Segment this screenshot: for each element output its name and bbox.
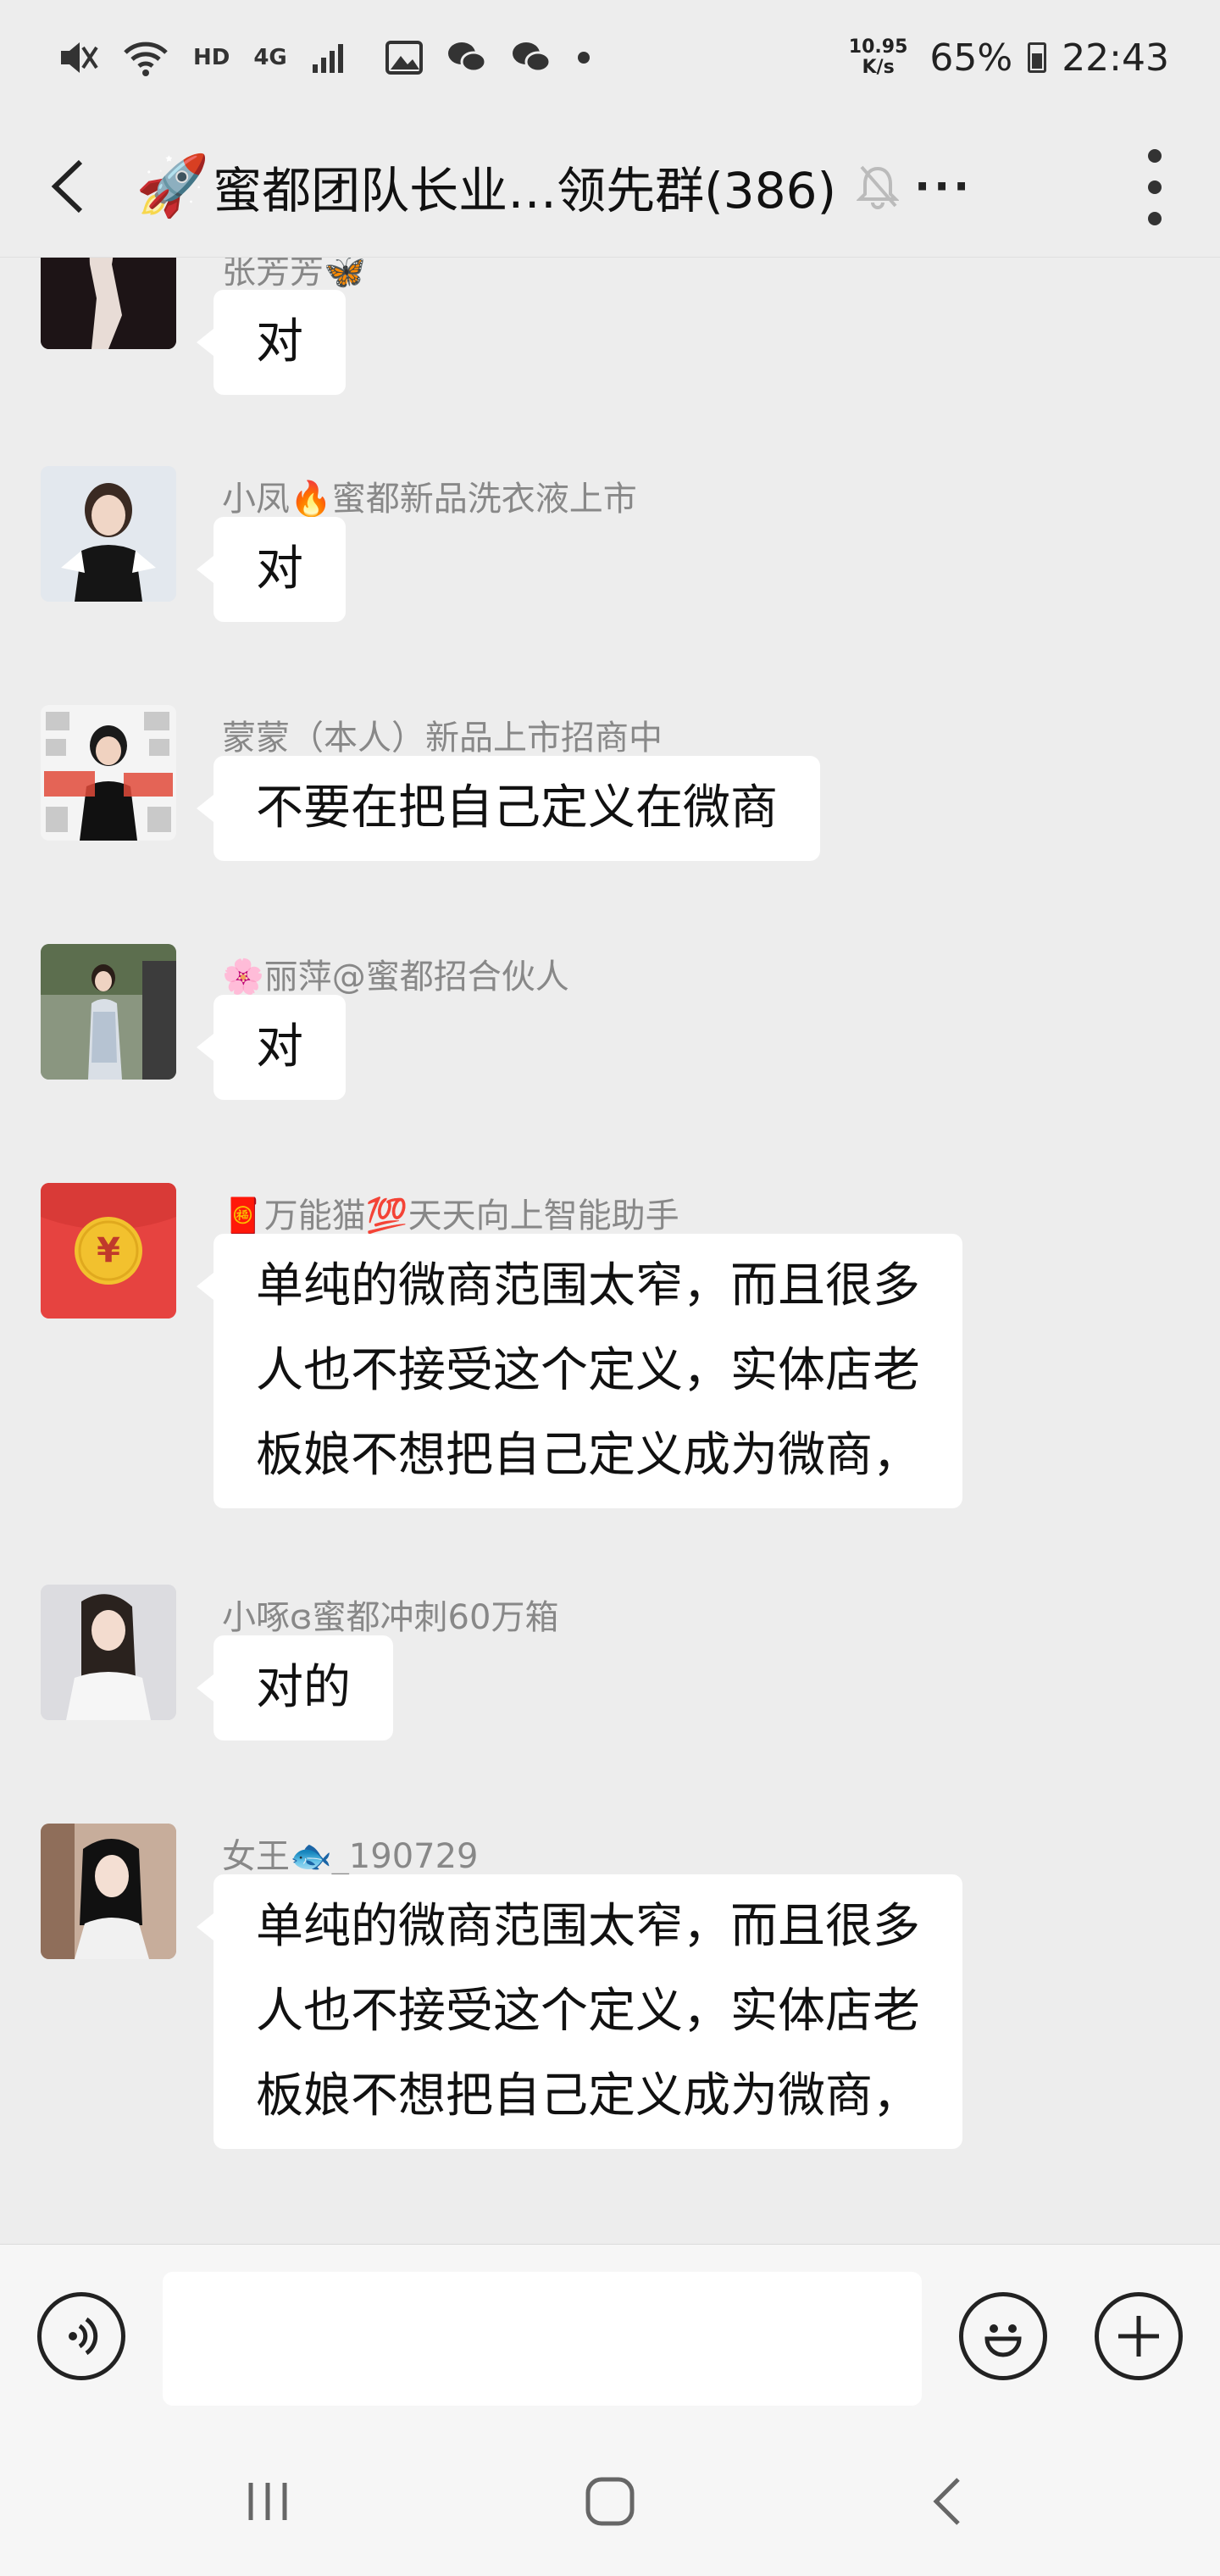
signal-icon bbox=[311, 32, 345, 83]
more-dot bbox=[1148, 180, 1162, 194]
network-speed: 10.95 K/s bbox=[849, 37, 908, 78]
more-notifications-dot-icon bbox=[575, 32, 592, 83]
avatar[interactable] bbox=[41, 944, 176, 1080]
sender-name: 张芳芳🦋 bbox=[222, 258, 366, 291]
more-dot bbox=[1148, 212, 1162, 225]
message-line: 板娘不想把自己定义成为微商， bbox=[256, 2068, 920, 2124]
title-ellipsis: ··· bbox=[914, 161, 973, 211]
message-bubble[interactable]: 对 bbox=[197, 995, 346, 1100]
sender-name: 小啄ɞ蜜都冲刺60万箱 bbox=[222, 1598, 559, 1637]
avatar[interactable] bbox=[41, 705, 176, 841]
wifi-icon bbox=[122, 32, 169, 83]
emoji-button[interactable] bbox=[959, 2292, 1047, 2380]
back-arrow-icon bbox=[933, 2478, 960, 2525]
sender-name: 蒙蒙（本人）新品上市招商中 bbox=[222, 719, 663, 758]
message-bubble[interactable]: 单纯的微商范围太窄，而且很多 人也不接受这个定义，实体店老 板娘不想把自己定义成… bbox=[197, 1234, 962, 1508]
avatar[interactable] bbox=[41, 1824, 176, 1959]
sender-name: 🌸丽萍@蜜都招合伙人 bbox=[222, 958, 569, 997]
message-input-bar bbox=[0, 2244, 1220, 2427]
avatar[interactable]: ¥ bbox=[41, 1183, 176, 1319]
message-bubble[interactable]: 对 bbox=[197, 290, 346, 395]
more-options-button[interactable] bbox=[1142, 149, 1167, 225]
hd-label: HD bbox=[193, 45, 230, 70]
sender-name: 女王🐟_190729 bbox=[222, 1837, 479, 1876]
message-bubble[interactable]: 对 bbox=[197, 517, 346, 622]
avatar[interactable] bbox=[41, 258, 176, 349]
message-line: 人也不接受这个定义，实体店老 bbox=[256, 1343, 920, 1398]
message-line: 板娘不想把自己定义成为微商， bbox=[256, 1428, 920, 1483]
yuan-coin-symbol: ¥ bbox=[97, 1231, 120, 1270]
voice-icon bbox=[69, 2317, 98, 2356]
message-line: 单纯的微商范围太窄，而且很多 bbox=[256, 1899, 920, 1954]
voice-button[interactable] bbox=[37, 2292, 125, 2380]
network-speed-value: 10.95 bbox=[848, 36, 908, 58]
message-line: 单纯的微商范围太窄，而且很多 bbox=[256, 1258, 920, 1313]
home-button[interactable] bbox=[559, 2451, 661, 2552]
status-bar: HD 4G 10.95 K/s 65% 22:43 bbox=[0, 0, 1220, 115]
system-back-button[interactable] bbox=[898, 2451, 1000, 2552]
gallery-notification-icon bbox=[385, 32, 423, 83]
back-button[interactable] bbox=[17, 115, 119, 258]
network-speed-unit: K/s bbox=[862, 57, 895, 78]
battery-percent: 65% bbox=[929, 36, 1013, 80]
chat-header: 🚀 蜜都团队长业…领先群(386) ··· bbox=[0, 115, 1220, 258]
home-icon bbox=[585, 2477, 635, 2526]
message-bubble[interactable]: 对的 bbox=[197, 1635, 393, 1740]
avatar[interactable] bbox=[41, 1585, 176, 1720]
wechat-notification-icon bbox=[511, 32, 552, 83]
emoji-icon bbox=[984, 2324, 1022, 2357]
recent-apps-button[interactable] bbox=[217, 2451, 319, 2552]
message-input[interactable] bbox=[163, 2272, 922, 2406]
more-dot bbox=[1148, 149, 1162, 163]
avatar[interactable] bbox=[41, 466, 176, 602]
muted-bell-icon bbox=[857, 164, 900, 209]
system-nav-bar bbox=[0, 2427, 1220, 2576]
chat-message-list[interactable]: 张芳芳🦋 对 小凤🔥蜜都新品洗衣液上市 对 蒙蒙（本人）新品上市招商中 不要在把… bbox=[0, 258, 1220, 2244]
clock: 22:43 bbox=[1062, 36, 1169, 80]
message-line: 人也不接受这个定义，实体店老 bbox=[256, 1984, 920, 2039]
mute-status-icon bbox=[58, 32, 98, 83]
rocket-emoji: 🚀 bbox=[136, 151, 210, 220]
more-actions-button[interactable] bbox=[1095, 2292, 1183, 2380]
battery-icon bbox=[1028, 42, 1047, 73]
wechat-notification-icon bbox=[446, 32, 487, 83]
recent-apps-icon bbox=[248, 2483, 287, 2520]
network-label: 4G bbox=[253, 45, 287, 70]
chevron-left-icon bbox=[51, 159, 83, 213]
sender-name: 🧧万能猫💯天天向上智能助手 bbox=[222, 1196, 679, 1235]
message-bubble[interactable]: 不要在把自己定义在微商 bbox=[197, 756, 820, 861]
sender-name: 小凤🔥蜜都新品洗衣液上市 bbox=[222, 480, 637, 519]
plus-icon bbox=[1118, 2316, 1159, 2357]
message-bubble[interactable]: 单纯的微商范围太窄，而且很多 人也不接受这个定义，实体店老 板娘不想把自己定义成… bbox=[197, 1874, 962, 2149]
chat-title[interactable]: 蜜都团队长业…领先群(386) bbox=[213, 151, 836, 222]
